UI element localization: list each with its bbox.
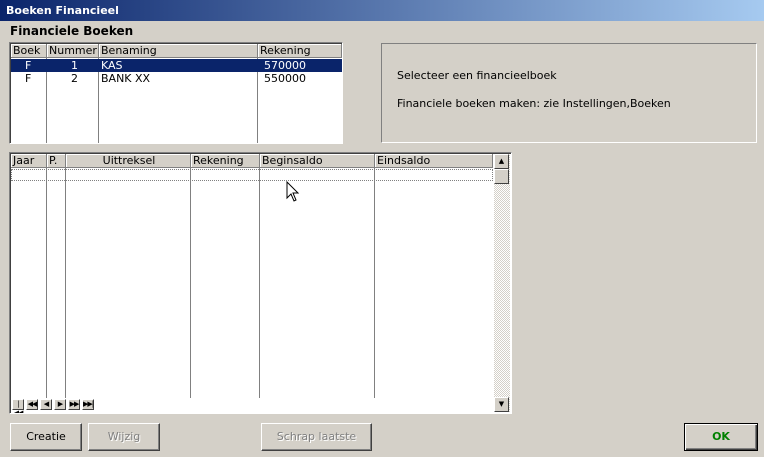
table-row[interactable]: F 1 KAS 570000 bbox=[11, 59, 342, 72]
wijzig-button[interactable]: Wijzig bbox=[88, 423, 160, 451]
cell-rekening: 570000 bbox=[264, 59, 306, 72]
column-header-rekening[interactable]: Rekening bbox=[258, 44, 342, 58]
column-divider bbox=[46, 168, 47, 398]
info-panel: Selecteer een financieelboek Financiele … bbox=[381, 43, 757, 143]
cell-benaming: KAS bbox=[101, 59, 123, 72]
column-header-jaar[interactable]: Jaar bbox=[11, 154, 47, 168]
prev-record-button[interactable]: ◀ bbox=[40, 399, 52, 410]
mouse-cursor-icon bbox=[286, 181, 300, 202]
books-table[interactable]: Boek Nummer Benaming Rekening F 1 KAS 57… bbox=[9, 42, 343, 144]
cell-nummer: 2 bbox=[71, 72, 78, 85]
info-text-select: Selecteer een financieelboek bbox=[397, 69, 557, 82]
scroll-up-button[interactable]: ▲ bbox=[494, 154, 509, 169]
creatie-button[interactable]: Creatie bbox=[10, 423, 82, 451]
column-header-uittreksel[interactable]: Uittreksel bbox=[66, 154, 191, 168]
column-header-benaming[interactable]: Benaming bbox=[99, 44, 258, 58]
ok-button[interactable]: OK bbox=[684, 423, 758, 451]
wijzig-label: Wijzig bbox=[107, 430, 141, 443]
cell-benaming: BANK XX bbox=[101, 72, 151, 85]
last-record-button[interactable]: ▶▶| bbox=[82, 399, 94, 410]
record-navigator: |◀◀ ◀◀ ◀ ▶ ▶▶ ▶▶| bbox=[12, 399, 122, 413]
cell-boek: F bbox=[25, 59, 32, 72]
prev-page-button[interactable]: ◀◀ bbox=[26, 399, 38, 410]
next-record-button[interactable]: ▶ bbox=[54, 399, 66, 410]
vertical-scrollbar[interactable]: ▲ ▼ bbox=[494, 154, 510, 412]
table-row[interactable]: F 2 BANK XX 550000 bbox=[11, 72, 342, 85]
statements-table[interactable]: Jaar P. Uittreksel Rekening Beginsaldo E… bbox=[9, 152, 512, 414]
column-divider bbox=[259, 168, 260, 398]
column-divider bbox=[190, 168, 191, 398]
column-header-periode[interactable]: P. bbox=[47, 154, 66, 168]
column-divider bbox=[65, 168, 66, 398]
window-title: Boeken Financieel bbox=[6, 4, 119, 17]
table-row[interactable] bbox=[11, 169, 493, 181]
scroll-down-button[interactable]: ▼ bbox=[494, 397, 509, 412]
cell-nummer: 1 bbox=[71, 59, 78, 72]
column-divider bbox=[374, 168, 375, 398]
column-header-eindsaldo[interactable]: Eindsaldo bbox=[375, 154, 493, 168]
info-text-hint: Financiele boeken maken: zie Instellinge… bbox=[397, 97, 671, 110]
cell-boek: F bbox=[25, 72, 32, 85]
column-header-rekening[interactable]: Rekening bbox=[191, 154, 260, 168]
scroll-thumb[interactable] bbox=[494, 169, 509, 184]
first-record-button[interactable]: |◀◀ bbox=[12, 399, 24, 413]
column-header-nummer[interactable]: Nummer bbox=[47, 44, 99, 58]
next-page-button[interactable]: ▶▶ bbox=[68, 399, 80, 410]
cell-rekening: 550000 bbox=[264, 72, 306, 85]
window-titlebar[interactable]: Boeken Financieel bbox=[0, 0, 764, 21]
column-header-boek[interactable]: Boek bbox=[11, 44, 47, 58]
schrap-laatste-label: Schrap laatste bbox=[276, 430, 357, 443]
creatie-label: Creatie bbox=[26, 430, 66, 443]
section-title: Financiele Boeken bbox=[10, 24, 134, 38]
column-header-beginsaldo[interactable]: Beginsaldo bbox=[260, 154, 375, 168]
ok-label: OK bbox=[712, 430, 730, 443]
schrap-laatste-button[interactable]: Schrap laatste bbox=[261, 423, 372, 451]
